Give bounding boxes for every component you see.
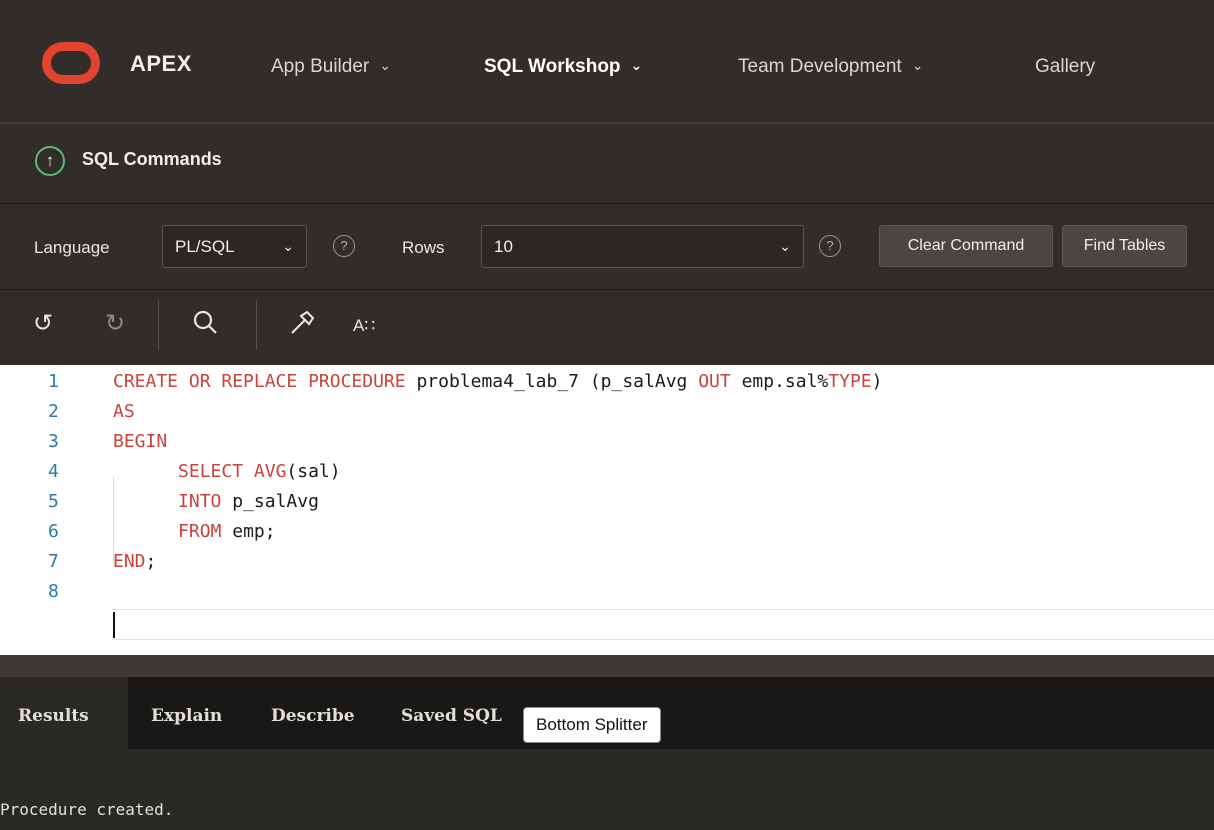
code-line[interactable]: 8 [0, 577, 1214, 607]
sql-keyword: SELECT AVG [178, 461, 287, 482]
language-label: Language [34, 238, 110, 257]
line-number: 5 [48, 491, 59, 512]
line-number: 3 [48, 431, 59, 452]
code-line[interactable]: 1 CREATE OR REPLACE PROCEDURE problema4_l… [0, 367, 1214, 397]
line-number: 2 [48, 401, 59, 422]
rows-select-value: 10 [494, 237, 513, 256]
code-line[interactable]: 3 BEGIN [0, 427, 1214, 457]
line-code: SELECT AVG(sal) [113, 457, 341, 487]
language-select[interactable]: PL/SQL ⌄ [162, 225, 307, 268]
sql-keyword: AS [113, 401, 135, 422]
toolbar-divider [256, 300, 257, 350]
line-code: CREATE OR REPLACE PROCEDURE problema4_la… [113, 367, 882, 397]
sql-text: emp.sal% [730, 371, 829, 392]
bottom-splitter[interactable] [0, 655, 1214, 677]
sql-text: ; [145, 551, 157, 572]
line-code: INTO p_salAvg [113, 487, 319, 517]
sql-keyword: TYPE [828, 371, 872, 392]
code-line[interactable]: 4 SELECT AVG(sal) [0, 457, 1214, 487]
line-code: FROM emp; [113, 517, 276, 547]
chevron-down-icon: ⌄ [282, 238, 294, 254]
sql-text: problema4_lab_7 (p_salAvg [405, 371, 699, 392]
language-select-value: PL/SQL [175, 237, 235, 256]
brand-name[interactable]: APEX [130, 51, 192, 77]
chevron-down-icon: ⌄ [779, 238, 791, 254]
hammer-icon-glyph [291, 310, 315, 334]
sql-keyword: OUT [698, 371, 731, 392]
line-code: BEGIN [113, 427, 167, 457]
sql-text: emp; [221, 521, 276, 542]
chevron-down-icon: ⌄ [379, 57, 391, 73]
line-code: END; [113, 547, 156, 577]
nav-team-development-label: Team Development [738, 56, 902, 77]
sql-text: ) [871, 371, 883, 392]
redo-icon[interactable]: ↻ [105, 309, 125, 338]
nav-sql-workshop-label: SQL Workshop [484, 56, 621, 77]
tab-describe[interactable]: Describe [271, 706, 355, 726]
clear-command-button[interactable]: Clear Command [879, 225, 1053, 267]
search-icon[interactable] [192, 309, 218, 342]
chevron-down-icon: ⌄ [911, 57, 924, 73]
rows-select[interactable]: 10 ⌄ [481, 225, 804, 268]
chevron-down-icon: ⌄ [630, 57, 643, 73]
editor-toolbar [0, 289, 1214, 365]
nav-gallery-label: Gallery [1035, 56, 1096, 77]
code-line[interactable]: 2 AS [0, 397, 1214, 427]
sql-keyword: BEGIN [113, 431, 168, 452]
oracle-logo-icon[interactable] [42, 42, 100, 84]
tab-explain[interactable]: Explain [151, 706, 222, 726]
result-output: Procedure created. [0, 800, 174, 819]
rows-label: Rows [402, 238, 445, 257]
sql-keyword: INTO [178, 491, 222, 512]
splitter-tooltip: Bottom Splitter [523, 707, 661, 743]
line-number: 8 [48, 581, 59, 602]
tab-results[interactable]: Results [18, 706, 89, 726]
current-line-highlight [112, 609, 1214, 640]
nav-team-development[interactable]: Team Development ⌄ [738, 56, 923, 78]
line-number: 4 [48, 461, 59, 482]
line-number: 6 [48, 521, 59, 542]
sql-text: (sal) [286, 461, 341, 482]
nav-sql-workshop[interactable]: SQL Workshop ⌄ [484, 56, 642, 78]
sql-keyword: FROM [178, 521, 222, 542]
search-icon-glyph [193, 310, 217, 334]
tab-saved-sql[interactable]: Saved SQL [401, 706, 502, 726]
sql-keyword: END [113, 551, 146, 572]
format-text-icon[interactable]: A∷ [353, 316, 375, 336]
toolbar-divider [158, 300, 159, 350]
page-title: SQL Commands [82, 149, 222, 169]
code-line[interactable]: 7 END; [0, 547, 1214, 577]
rows-help-icon[interactable]: ? [819, 235, 841, 257]
line-number: 7 [48, 551, 59, 572]
line-number: 1 [48, 371, 59, 392]
line-code: AS [113, 397, 135, 427]
language-help-icon[interactable]: ? [333, 235, 355, 257]
find-tables-button[interactable]: Find Tables [1062, 225, 1187, 267]
sql-text: p_salAvg [221, 491, 319, 512]
hammer-icon[interactable] [288, 309, 316, 344]
undo-icon[interactable]: ↺ [33, 309, 53, 338]
text-cursor [113, 612, 115, 638]
sql-keyword: CREATE OR REPLACE PROCEDURE [113, 371, 406, 392]
nav-gallery[interactable]: Gallery [1035, 56, 1095, 78]
code-line[interactable]: 5 INTO p_salAvg [0, 487, 1214, 517]
nav-app-builder-label: App Builder [271, 56, 370, 77]
results-panel [0, 749, 1214, 830]
nav-app-builder[interactable]: App Builder ⌄ [271, 56, 391, 78]
code-line[interactable]: 6 FROM emp; [0, 517, 1214, 547]
arrow-up-circle-icon[interactable]: ↑ [35, 146, 65, 176]
